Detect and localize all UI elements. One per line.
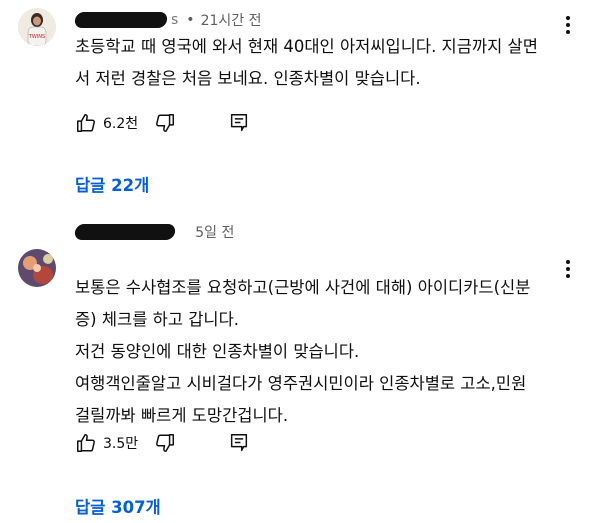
comment-paragraph: 초등학교 때 영국에 와서 현재 40대인 아저씨입니다. 지금까지 살면 서 … (75, 37, 538, 88)
comment-actions: 3.5만 (75, 431, 250, 455)
author-name-fragment[interactable]: s (171, 12, 178, 28)
dislike-button[interactable] (154, 112, 176, 134)
author-redaction (73, 224, 177, 240)
like-button[interactable]: 6.2천 (75, 112, 154, 134)
author-redaction (73, 12, 169, 28)
comment-paragraph: 보통은 수사협조를 요청하고(근방에 사건에 대해) 아이디카드(신분 증) 체… (75, 278, 531, 329)
thumbs-up-icon (75, 112, 97, 134)
reply-comment-icon (228, 112, 250, 134)
like-button[interactable]: 3.5만 (75, 432, 154, 454)
like-count: 3.5만 (103, 436, 139, 452)
reply-button[interactable] (228, 112, 250, 134)
reply-button[interactable] (228, 432, 250, 454)
separator-dot: • (183, 224, 191, 240)
comment-meta: s • 21시간 전 (73, 9, 262, 31)
comment-text: 초등학교 때 영국에 와서 현재 40대인 아저씨입니다. 지금까지 살면 서 … (75, 31, 575, 95)
svg-text:TWINS: TWINS (28, 34, 45, 40)
reply-comment-icon (228, 432, 250, 454)
like-count: 6.2천 (103, 116, 139, 132)
thumbs-down-icon (154, 432, 176, 454)
comment-paragraph: 저건 동양인에 대한 인종차별이 맞습니다. (75, 342, 360, 361)
comment-text: 보통은 수사협조를 요청하고(근방에 사건에 대해) 아이디카드(신분 증) 체… (75, 272, 575, 432)
comment-actions: 6.2천 (75, 111, 250, 135)
comment-time[interactable]: 5일 전 (195, 222, 234, 242)
comment-time[interactable]: 21시간 전 (201, 10, 262, 30)
separator-dot: • (186, 12, 195, 28)
avatar[interactable] (18, 249, 56, 287)
replies-toggle[interactable]: 답글 307개 (75, 494, 161, 518)
replies-toggle[interactable]: 답글 22개 (75, 172, 149, 196)
comment-meta: • 5일 전 (73, 221, 234, 243)
dislike-button[interactable] (154, 432, 176, 454)
thumbs-up-icon (75, 432, 97, 454)
avatar[interactable]: TWINS (18, 8, 56, 46)
comment-paragraph: 여행객인줄알고 시비걸다가 영주권시민이라 인종차별로 고소,민원 걸릴까봐 빠… (75, 374, 527, 425)
thumbs-down-icon (154, 112, 176, 134)
